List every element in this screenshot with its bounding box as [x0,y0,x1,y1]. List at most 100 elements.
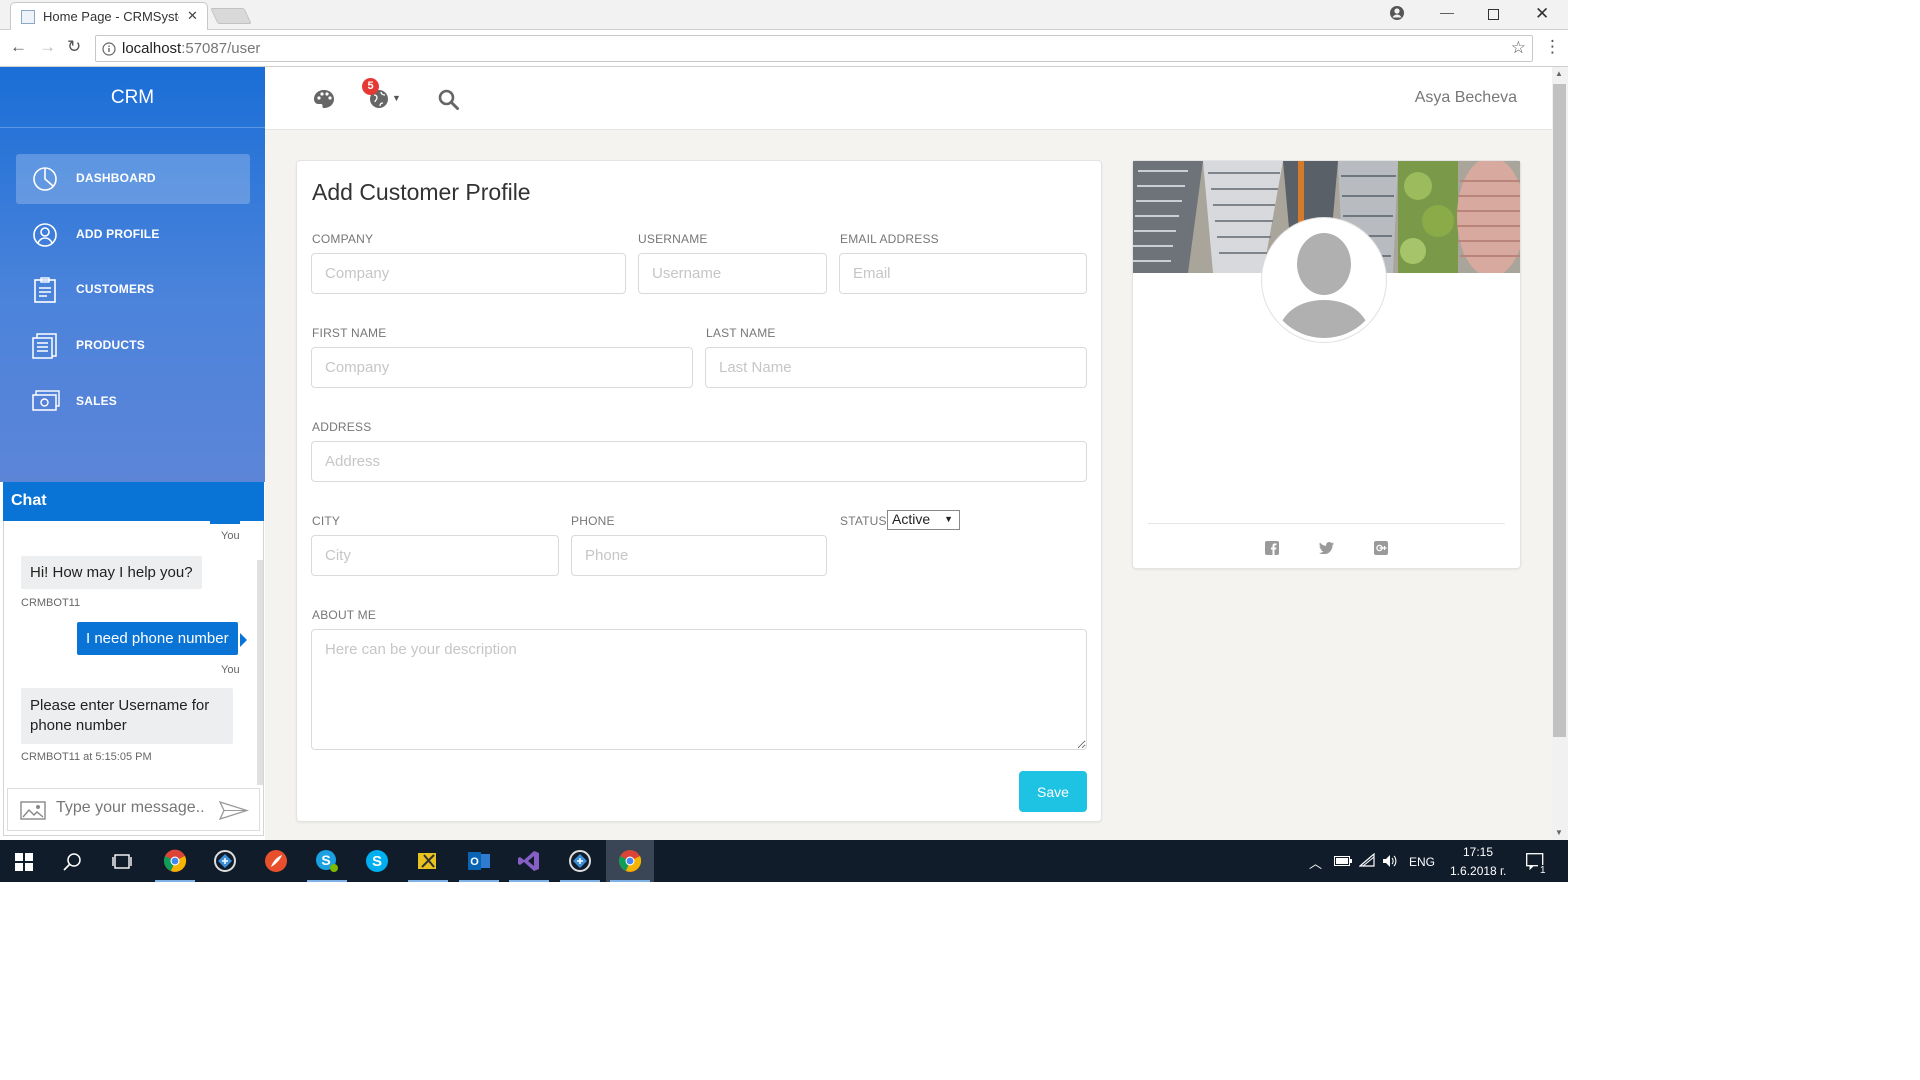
notification-badge: 5 [362,78,379,95]
sidebar-item-label: DASHBOARD [76,171,156,185]
last-name-input[interactable] [705,347,1087,388]
task-view-icon[interactable] [112,853,132,870]
windows-start-icon[interactable] [15,853,33,871]
twitter-icon[interactable] [1319,542,1334,554]
close-window-icon[interactable]: ✕ [1535,4,1549,24]
username-input[interactable] [638,253,827,294]
send-icon[interactable] [219,801,249,820]
new-tab-button[interactable] [210,8,252,24]
company-label: COMPANY [312,232,374,246]
about-me-label: ABOUT ME [312,608,377,622]
about-me-textarea[interactable] [311,629,1087,750]
language-indicator[interactable]: ENG [1409,855,1435,869]
volume-icon[interactable] [1382,854,1398,868]
dropdown-arrow-icon: ▼ [944,514,953,524]
status-label: STATUS [840,514,887,528]
clipboard-icon [34,277,56,303]
wifi-icon[interactable] [1359,853,1375,867]
default-user-icon [1266,222,1382,338]
sidebar-title: CRM [110,87,155,108]
sidebar-item-products[interactable]: PRODUCTS [16,321,250,371]
sidebar-divider [0,127,265,128]
scrollbar-thumb[interactable] [1553,84,1566,737]
google-plus-icon[interactable] [1374,541,1388,555]
sidebar-item-dashboard[interactable]: DASHBOARD [16,154,250,204]
save-button[interactable]: Save [1019,771,1087,812]
chat-header[interactable]: Chat [3,482,264,521]
tray-chevron-up-icon[interactable]: ︿ [1309,853,1322,872]
info-icon [102,42,116,56]
chat-input-box [7,788,260,831]
sidebar-item-sales[interactable]: SALES [16,377,250,427]
city-label: CITY [312,514,341,528]
chat-message-meta: CRMBOT11 [21,597,81,609]
form-title: Add Customer Profile [312,179,531,205]
city-input[interactable] [311,535,559,576]
minimize-window-icon[interactable]: — [1440,4,1454,20]
taskbar-chrome-active-icon[interactable] [606,840,654,882]
money-icon [32,390,60,411]
restore-window-icon[interactable] [1488,9,1499,20]
chat-message-meta: CRMBOT11 at 5:15:05 PM [21,751,152,763]
close-tab-icon[interactable]: ✕ [187,8,198,24]
url-path: :57087/user [181,40,261,57]
chat-message-meta: You [221,664,240,676]
forward-arrow-icon[interactable]: → [39,37,56,57]
company-input[interactable] [311,253,626,294]
svg-text:O: O [470,856,479,868]
status-selected-value: Active [892,511,931,527]
image-attach-icon[interactable] [20,801,46,820]
sidebar-item-label: ADD PROFILE [76,227,160,241]
search-icon[interactable] [438,89,459,110]
page-favicon-icon [21,10,35,24]
user-name[interactable]: Asya Becheva [1380,89,1517,107]
chat-message-me: I need phone number [77,622,238,655]
taskbar-tools-icon[interactable] [404,840,452,882]
address-input[interactable] [311,441,1087,482]
scroll-down-icon[interactable]: ▼ [1555,828,1563,837]
chat-message-input[interactable] [56,799,206,817]
avatar [1262,218,1386,342]
browser-tab[interactable]: Home Page - CRMSystem ✕ [10,2,208,30]
chevron-down-icon[interactable]: ▼ [392,93,401,103]
reload-icon[interactable]: ↻ [67,37,81,57]
bookmark-star-icon[interactable]: ☆ [1511,38,1526,58]
sidebar-item-customers[interactable]: CUSTOMERS [16,265,250,315]
last-name-label: LAST NAME [706,326,776,340]
svg-text:S: S [372,853,382,870]
palette-icon[interactable] [313,89,335,109]
taskbar-remote-2-icon[interactable] [556,840,604,882]
taskbar-search-icon[interactable] [63,852,82,871]
taskbar-outlook-icon[interactable]: O [455,840,503,882]
sidebar-item-label: PRODUCTS [76,338,145,352]
phone-input[interactable] [571,535,827,576]
taskbar-chrome-icon[interactable] [151,840,199,882]
sidebar-item-label: CUSTOMERS [76,282,155,296]
account-icon[interactable] [1389,5,1405,21]
email-input[interactable] [839,253,1087,294]
chat-bubble-tail [240,633,247,647]
chat-scrollbar[interactable] [257,560,263,785]
sidebar-item-add-profile[interactable]: ADD PROFILE [16,210,250,260]
taskbar-skype-icon[interactable]: S [353,840,401,882]
taskbar-feather-icon[interactable] [252,840,300,882]
browser-menu-icon[interactable]: ⋮ [1544,37,1561,57]
battery-icon[interactable] [1334,856,1352,866]
clock-date[interactable]: 1.6.2018 г. [1450,864,1506,878]
clock-time[interactable]: 17:15 [1463,845,1493,859]
back-arrow-icon[interactable]: ← [10,37,27,57]
address-bar[interactable]: localhost:57087/user ☆ [95,35,1533,62]
username-label: USERNAME [638,232,708,246]
scroll-up-icon[interactable]: ▲ [1555,69,1563,78]
url-host: localhost [122,40,182,57]
status-select[interactable]: Active ▼ [887,510,960,530]
svg-text:S: S [321,852,330,868]
taskbar-remote-icon[interactable] [201,840,249,882]
card-divider [1148,523,1505,524]
taskbar-visual-studio-icon[interactable] [505,840,553,882]
sidebar-item-label: SALES [76,394,118,408]
first-name-input[interactable] [311,347,693,388]
facebook-icon[interactable] [1265,541,1279,555]
user-icon [33,223,57,247]
taskbar-skype-business-icon[interactable]: S [303,840,351,882]
